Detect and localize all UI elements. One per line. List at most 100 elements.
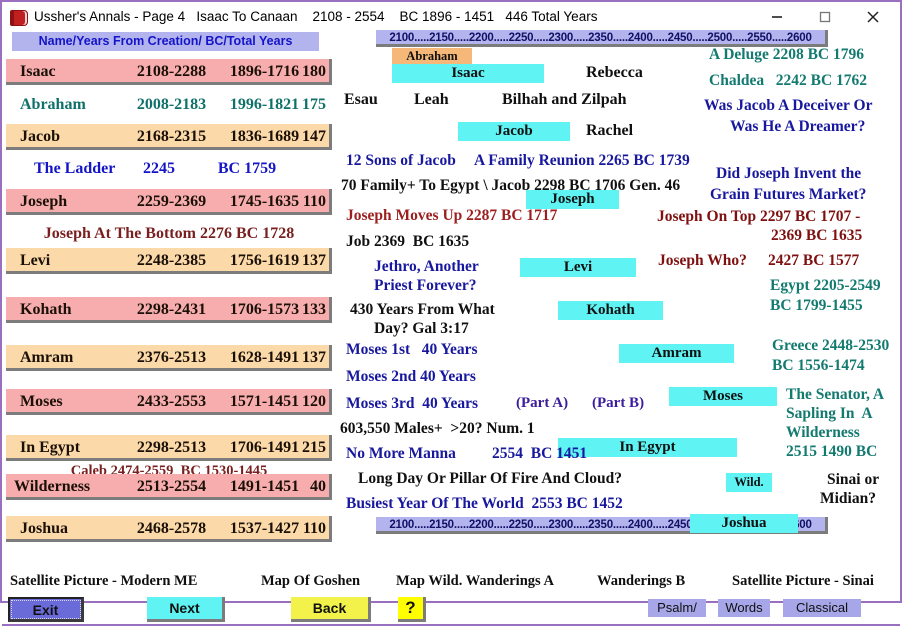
- row-total-years: 120: [302, 393, 326, 410]
- exit-button[interactable]: Exit: [8, 597, 84, 622]
- link-grain-futures-line1[interactable]: Did Joseph Invent the: [716, 165, 861, 182]
- table-row[interactable]: Joseph 2259-2369 1745-1635 110: [6, 189, 332, 215]
- row-name: Joseph: [20, 193, 68, 210]
- row-name: Isaac: [20, 63, 56, 80]
- row-name: Wilderness: [14, 478, 91, 495]
- label-603550-males: 603,550 Males+ >20? Num. 1: [340, 420, 535, 437]
- timeline-bar-wilderness[interactable]: Wild.: [726, 473, 772, 492]
- link-classical[interactable]: Classical: [783, 599, 861, 617]
- table-row-ladder[interactable]: The Ladder 2245 BC 1759: [6, 156, 332, 182]
- link-part-b[interactable]: (Part B): [592, 395, 644, 412]
- link-jacob-deceiver-line2[interactable]: Was He A Dreamer?: [730, 118, 865, 135]
- link-jethro-line1[interactable]: Jethro, Another: [374, 258, 479, 275]
- note-text: Joseph At The Bottom 2276 BC 1728: [43, 225, 295, 242]
- timeline-bar-levi[interactable]: Levi: [520, 258, 636, 277]
- back-button[interactable]: Back: [291, 597, 371, 622]
- label-joseph-who-date: 2427 BC 1577: [768, 252, 860, 269]
- maximize-button[interactable]: [802, 2, 848, 32]
- maximize-icon: [819, 11, 831, 23]
- next-button[interactable]: Next: [147, 597, 225, 622]
- label-senator-line2: Sapling In A: [786, 405, 873, 422]
- label-egypt-line2: BC 1799-1455: [770, 297, 863, 314]
- label-joseph-on-top-line2: 2369 BC 1635: [771, 227, 863, 244]
- table-row[interactable]: Jacob 2168-2315 1836-1689 147: [6, 124, 332, 150]
- link-busiest-year[interactable]: Busiest Year Of The World 2553 BC 1452: [346, 495, 623, 512]
- row-name: Amram: [20, 349, 74, 366]
- timeline-ruler-top: 2100.....2150.....2200.....2250.....2300…: [376, 30, 828, 47]
- label-job: Job 2369 BC 1635: [346, 233, 470, 250]
- table-row[interactable]: Amram 2376-2513 1628-1491 137: [6, 345, 332, 371]
- label-long-day: Long Day Or Pillar Of Fire And Cloud?: [358, 470, 622, 487]
- link-12-sons-of-jacob[interactable]: 12 Sons of Jacob: [346, 152, 456, 169]
- page-content: Name/Years From Creation/ BC/Total Years…: [2, 30, 900, 626]
- table-row[interactable]: Joshua 2468-2578 1537-1427 110: [6, 516, 332, 542]
- link-moses-2nd[interactable]: Moses 2nd 40 Years: [346, 368, 476, 385]
- label-rachel: Rachel: [586, 122, 634, 139]
- row-total-years: 110: [302, 520, 326, 537]
- label-wanderings-b[interactable]: Wanderings B: [597, 572, 685, 590]
- table-row[interactable]: Levi 2248-2385 1756-1619 137: [6, 248, 332, 274]
- link-no-more-manna[interactable]: No More Manna: [346, 445, 456, 462]
- label-sinai-line1: Sinai or: [827, 471, 880, 488]
- row-total-years: 180: [302, 63, 326, 80]
- table-row[interactable]: Isaac 2108-2288 1896-1716 180: [6, 59, 332, 85]
- link-jacob-deceiver-line1[interactable]: Was Jacob A Deceiver Or: [704, 97, 872, 114]
- label-map-wild-wanderings-a[interactable]: Map Wild. Wanderings A: [396, 572, 554, 590]
- row-total-years: 175: [302, 96, 326, 113]
- link-psalm[interactable]: Psalm/: [648, 599, 706, 617]
- joseph-bottom-note: Joseph At The Bottom 2276 BC 1728: [6, 221, 332, 247]
- row-total-years: 40: [310, 478, 326, 495]
- timeline-bar-joshua[interactable]: Joshua: [690, 514, 798, 533]
- row-total-years: 215: [302, 439, 326, 456]
- table-row[interactable]: Kohath 2298-2431 1706-1573 133: [6, 297, 332, 323]
- row-name: In Egypt: [20, 439, 81, 456]
- bottom-divider: [2, 624, 900, 626]
- row-total-years: 147: [302, 128, 326, 145]
- timeline-bar-abraham[interactable]: Abraham: [392, 48, 472, 64]
- label-sinai-line2: Midian?: [820, 490, 876, 507]
- row-total-years: 137: [302, 349, 326, 366]
- book-icon: [10, 8, 28, 26]
- minimize-button[interactable]: [754, 2, 800, 32]
- close-icon: [867, 11, 879, 23]
- label-chaldea: Chaldea 2242 BC 1762: [709, 72, 868, 89]
- timeline-bar-kohath[interactable]: Kohath: [558, 301, 663, 320]
- label-satellite-sinai[interactable]: Satellite Picture - Sinai: [732, 572, 874, 590]
- row-name: Moses: [20, 393, 63, 410]
- row-name: Kohath: [20, 301, 72, 318]
- table-row[interactable]: Moses 2433-2553 1571-1451 120: [6, 389, 332, 415]
- link-grain-futures-line2[interactable]: Grain Futures Market?: [710, 186, 866, 203]
- label-430-years-line1: 430 Years From What: [350, 301, 495, 318]
- table-row[interactable]: Abraham 2008-2183 1996-1821 175: [6, 92, 332, 118]
- label-joseph-on-top-line1: Joseph On Top 2297 BC 1707 -: [657, 208, 861, 225]
- label-no-more-manna-date: 2554 BC 1451: [492, 445, 588, 462]
- label-70-family-to-egypt: 70 Family+ To Egypt \ Jacob 2298 BC 1706…: [341, 177, 681, 194]
- link-moses-3rd[interactable]: Moses 3rd 40 Years: [346, 395, 478, 412]
- timeline-bar-moses[interactable]: Moses: [669, 387, 777, 406]
- timeline-bar-jacob[interactable]: Jacob: [458, 122, 570, 141]
- window-title: Ussher's Annals - Page 4 Isaac To Canaan…: [34, 9, 598, 24]
- link-part-a[interactable]: (Part A): [516, 395, 568, 412]
- label-map-of-goshen[interactable]: Map Of Goshen: [261, 572, 360, 590]
- label-rebecca: Rebecca: [586, 64, 643, 81]
- row-name: Joshua: [20, 520, 69, 537]
- link-words[interactable]: Words: [718, 599, 770, 617]
- timeline-bar-isaac[interactable]: Isaac: [392, 64, 544, 83]
- table-row[interactable]: Wilderness 2513-2554 1491-1451 40: [6, 474, 332, 500]
- timeline-bar-amram[interactable]: Amram: [619, 344, 734, 363]
- row-total-years: 110: [302, 193, 326, 210]
- link-jethro-line2[interactable]: Priest Forever?: [374, 277, 477, 294]
- close-button[interactable]: [850, 2, 896, 32]
- genealogy-table: Name/Years From Creation/ BC/Total Years…: [2, 32, 342, 562]
- help-button[interactable]: ?: [398, 597, 426, 622]
- bottom-toolbar: Satellite Picture - Modern ME Map Of Gos…: [2, 562, 900, 631]
- table-row[interactable]: In Egypt 2298-2513 1706-1491 215: [6, 435, 332, 461]
- link-family-reunion[interactable]: A Family Reunion 2265 BC 1739: [474, 152, 690, 169]
- label-430-years-line2: Day? Gal 3:17: [374, 320, 469, 337]
- label-satellite-modern-me[interactable]: Satellite Picture - Modern ME: [10, 572, 197, 590]
- label-greece-line2: BC 1556-1474: [772, 357, 865, 374]
- label-leah: Leah: [414, 91, 449, 108]
- row-creation-years: 2245: [143, 160, 175, 177]
- link-moses-1st[interactable]: Moses 1st 40 Years: [346, 341, 478, 358]
- label-a-deluge: A Deluge 2208 BC 1796: [709, 46, 864, 63]
